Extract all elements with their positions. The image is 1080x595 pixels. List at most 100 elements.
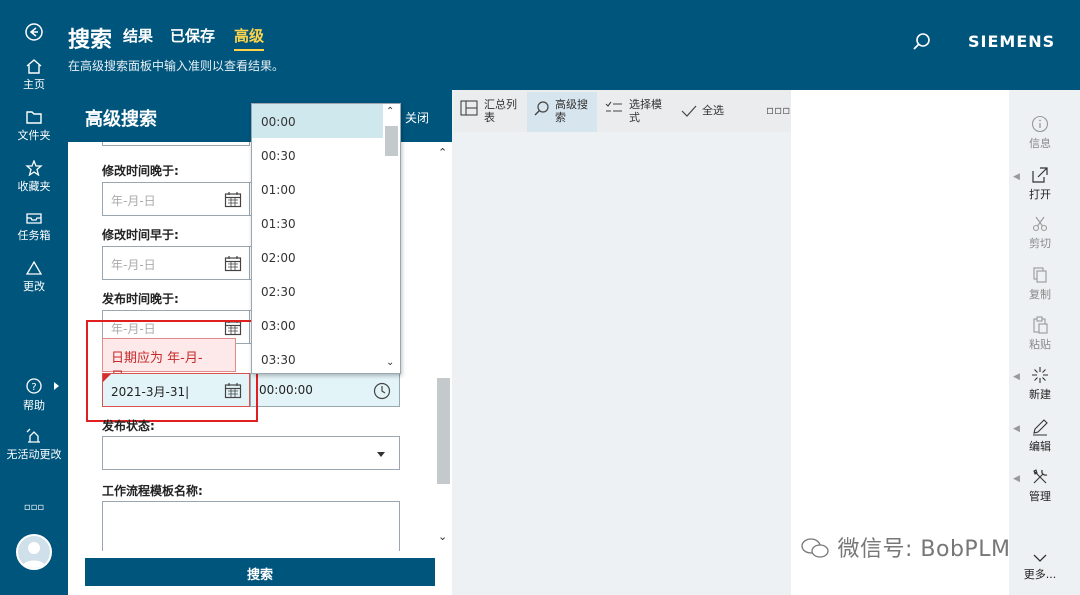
- open-icon: [1032, 167, 1048, 183]
- details-area: [791, 90, 1009, 595]
- header-subtitle: 在高级搜索面板中输入准则以查看结果。: [68, 59, 285, 73]
- more-actions-button[interactable]: 更多...: [1009, 552, 1071, 582]
- paste-label: 粘贴: [1029, 338, 1051, 351]
- time-value: 00:00:00: [259, 383, 313, 397]
- paste-button[interactable]: 粘贴: [1009, 316, 1071, 352]
- field-label-modified-before: 修改时间早于:: [102, 228, 179, 242]
- tab-advanced[interactable]: 高级: [234, 25, 265, 51]
- search-icon[interactable]: [912, 32, 932, 52]
- nav-home-label: 主页: [23, 78, 45, 91]
- panel-title: 高级搜索: [85, 109, 157, 130]
- nav-changes-label: 更改: [23, 280, 45, 293]
- field-label-workflow-template: 工作流程模板名称:: [102, 484, 203, 498]
- copy-icon: [1033, 267, 1047, 283]
- scroll-down-icon[interactable]: ⌄: [438, 530, 447, 543]
- nav-changes[interactable]: 更改: [0, 260, 68, 294]
- time-option[interactable]: 01:30: [252, 206, 383, 240]
- workflow-template-input[interactable]: [102, 501, 400, 551]
- calendar-icon[interactable]: [224, 255, 242, 275]
- search-button[interactable]: 搜索: [85, 558, 435, 586]
- time-option[interactable]: 01:00: [252, 172, 383, 206]
- paste-icon: [1033, 316, 1048, 334]
- tools-icon: [1033, 469, 1048, 484]
- results-content: [454, 132, 791, 595]
- search-icon: [534, 101, 549, 116]
- siemens-logo: SIEMENS: [968, 32, 1056, 51]
- dropdown-scroll-thumb[interactable]: [385, 126, 398, 156]
- open-button[interactable]: 打开: [1009, 166, 1071, 202]
- modified-before-date-input[interactable]: 年-月-日: [102, 246, 250, 280]
- nav-no-active-change-label: 无活动更改: [6, 448, 62, 461]
- copy-button[interactable]: 复制: [1009, 266, 1071, 302]
- tab-results[interactable]: 结果: [123, 25, 153, 46]
- nav-help-label: 帮助: [23, 399, 45, 412]
- time-option[interactable]: 00:00: [252, 104, 383, 138]
- new-button[interactable]: 新建: [1009, 366, 1071, 402]
- pencil-icon: [1033, 419, 1048, 436]
- field-label-modified-after: 修改时间晚于:: [102, 164, 179, 178]
- select-all-label: 全选: [702, 104, 724, 117]
- scissors-icon: [1032, 216, 1048, 232]
- edit-button[interactable]: 编辑: [1009, 418, 1071, 454]
- time-dropdown[interactable]: 00:00 00:30 01:00 01:30 02:00 02:30 03:0…: [251, 103, 401, 374]
- wechat-icon: [801, 538, 829, 558]
- panel-scrollbar[interactable]: [435, 142, 452, 548]
- date-input-clipped: [102, 142, 250, 146]
- cut-button[interactable]: 剪切: [1009, 215, 1071, 251]
- select-all-button[interactable]: 全选: [680, 104, 730, 124]
- time-option[interactable]: 00:30: [252, 138, 383, 172]
- left-nav: 主页 文件夹 收藏夹 任务箱 更改 ? 帮助 无活动更改 ▫▫▫: [0, 0, 68, 595]
- select-mode-button[interactable]: 选择模式: [605, 98, 667, 128]
- clock-icon[interactable]: [373, 382, 391, 403]
- triangle-icon: [25, 260, 43, 275]
- info-button[interactable]: 信息: [1009, 115, 1071, 151]
- calendar-icon[interactable]: [224, 191, 242, 211]
- manage-button[interactable]: 管理: [1009, 468, 1071, 504]
- advanced-search-label: 高级搜索: [555, 98, 588, 124]
- info-label: 信息: [1029, 137, 1051, 150]
- panel-scroll-thumb[interactable]: [437, 378, 450, 484]
- more-icon[interactable]: ▫▫▫: [766, 103, 790, 117]
- time-option[interactable]: 03:30: [252, 342, 383, 373]
- scroll-up-icon[interactable]: ⌃: [438, 146, 447, 159]
- inbox-icon: [26, 213, 42, 224]
- time-option[interactable]: 02:00: [252, 240, 383, 274]
- no-change-icon: [26, 428, 40, 443]
- nav-folders[interactable]: 文件夹: [0, 110, 68, 143]
- more-icon[interactable]: ▫▫▫: [0, 502, 68, 513]
- close-button[interactable]: 关闭: [405, 109, 429, 126]
- edit-label: 编辑: [1029, 440, 1051, 453]
- avatar[interactable]: [16, 534, 52, 570]
- time-option[interactable]: 03:00: [252, 308, 383, 342]
- time-option[interactable]: 02:30: [252, 274, 383, 308]
- field-label-released-after: 发布时间晚于:: [102, 292, 179, 306]
- nav-favorites[interactable]: 收藏夹: [0, 160, 68, 194]
- copy-label: 复制: [1029, 288, 1051, 301]
- modified-after-date-input[interactable]: 年-月-日: [102, 182, 250, 216]
- watermark-text: 微信号: BobPLM: [837, 537, 1011, 562]
- scroll-down-icon[interactable]: ⌄: [386, 357, 394, 368]
- date-placeholder: 年-月-日: [111, 194, 156, 208]
- nav-folders-label: 文件夹: [17, 129, 51, 142]
- field-label-release-status: 发布状态:: [102, 419, 155, 433]
- release-status-select[interactable]: [102, 436, 400, 470]
- summary-list-button[interactable]: 汇总列表: [460, 98, 522, 128]
- nav-home[interactable]: 主页: [0, 58, 68, 92]
- chevron-down-icon: [377, 452, 385, 457]
- select-mode-label: 选择模式: [629, 98, 662, 124]
- advanced-search-button[interactable]: 高级搜索: [527, 92, 597, 132]
- scroll-up-icon[interactable]: ⌃: [386, 106, 394, 117]
- table-icon: [460, 100, 478, 116]
- chevron-right-icon: [54, 382, 59, 390]
- watermark: 微信号: BobPLM: [800, 531, 1010, 563]
- manage-label: 管理: [1029, 490, 1051, 503]
- nav-no-active-change[interactable]: 无活动更改: [0, 428, 68, 462]
- new-icon: [1032, 367, 1048, 383]
- released-before-time-input[interactable]: 00:00:00: [250, 373, 400, 407]
- back-icon[interactable]: [0, 22, 68, 44]
- nav-inbox[interactable]: 任务箱: [0, 210, 68, 243]
- home-icon: [26, 59, 42, 74]
- nav-favorites-label: 收藏夹: [17, 180, 51, 193]
- tab-saved[interactable]: 已保存: [170, 25, 215, 46]
- cut-label: 剪切: [1029, 237, 1051, 250]
